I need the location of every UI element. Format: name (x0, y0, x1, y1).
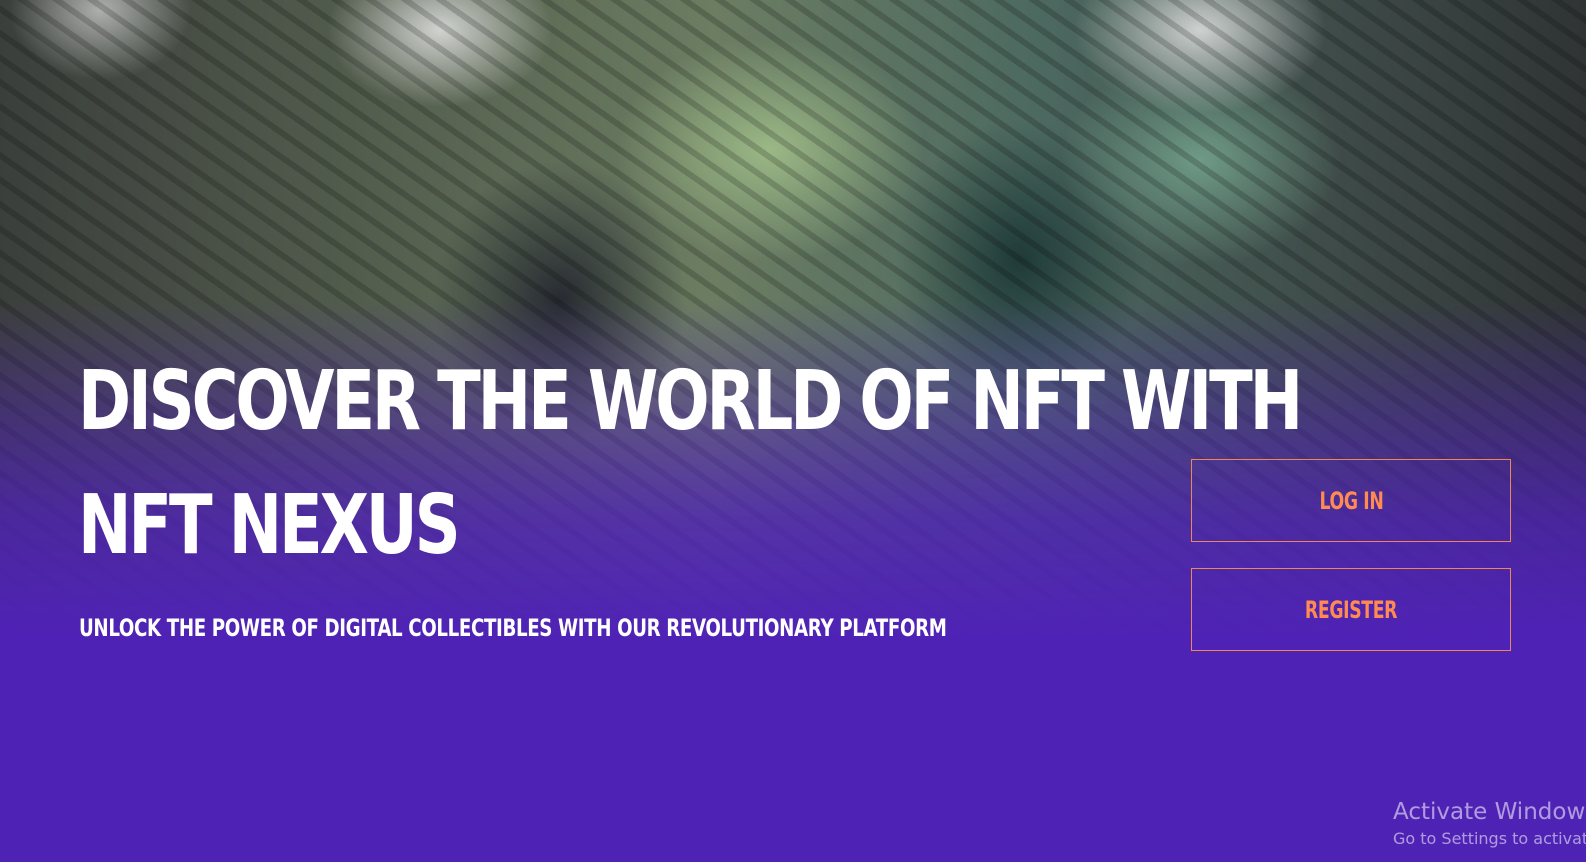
landing-page: DISCOVER THE WORLD OF NFT WITH NFT NEXUS… (0, 0, 1586, 862)
register-button-label: REGISTER (1304, 595, 1398, 624)
hero-headline-line-2: NFT NEXUS (78, 478, 461, 573)
hero-subtitle: UNLOCK THE POWER OF DIGITAL COLLECTIBLES… (79, 614, 947, 642)
watermark-subtitle: Go to Settings to activate Windows. (1393, 829, 1586, 848)
login-button[interactable]: LOG IN (1191, 459, 1511, 542)
watermark-title: Activate Windows (1393, 799, 1586, 825)
activate-windows-watermark: Activate Windows Go to Settings to activ… (1393, 797, 1586, 851)
hero-headline-line-1: DISCOVER THE WORLD OF NFT WITH (78, 354, 1303, 449)
hero-headline: DISCOVER THE WORLD OF NFT WITH NFT NEXUS (78, 340, 1303, 588)
register-button[interactable]: REGISTER (1191, 568, 1511, 651)
login-button-label: LOG IN (1318, 486, 1384, 515)
